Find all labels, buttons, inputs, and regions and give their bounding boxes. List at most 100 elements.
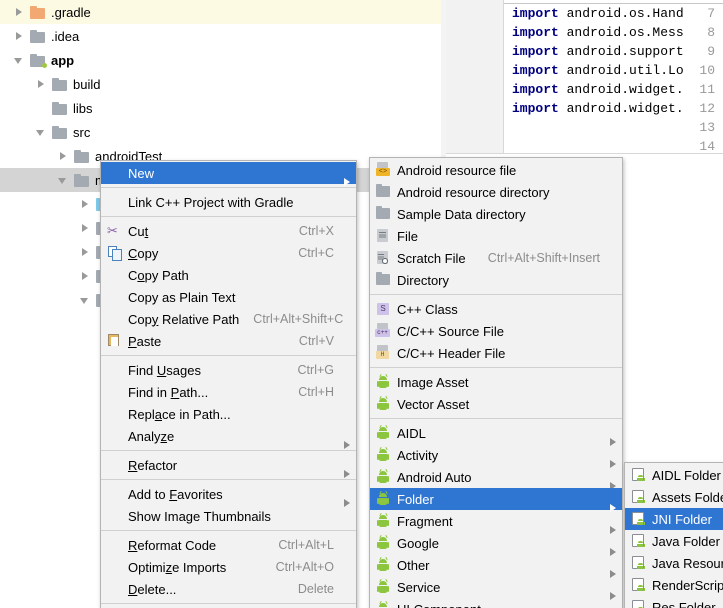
- expand-arrow-icon[interactable]: [80, 223, 91, 234]
- expand-arrow-icon[interactable]: [36, 103, 47, 114]
- tree-row--idea[interactable]: .idea: [0, 24, 446, 48]
- menu-item-copy-as-plain-text[interactable]: Copy as Plain Text: [101, 286, 356, 308]
- android-folder-icon: [632, 468, 644, 481]
- menu-item-label: Activity: [397, 448, 608, 463]
- menu-item-android-resource-directory[interactable]: Android resource directory: [370, 181, 622, 203]
- menu-item-reformat-code[interactable]: Reformat CodeCtrl+Alt+L: [101, 534, 356, 556]
- menu-item-optimize-imports[interactable]: Optimize ImportsCtrl+Alt+O: [101, 556, 356, 578]
- expand-arrow-icon[interactable]: [80, 271, 91, 282]
- menu-item-sample-data-directory[interactable]: Sample Data directory: [370, 203, 622, 225]
- menu-item-android-resource-file[interactable]: Android resource file: [370, 159, 622, 181]
- menu-item-fragment[interactable]: Fragment: [370, 510, 622, 532]
- menu-item-icon: [105, 165, 123, 181]
- menu-item-find-in-path[interactable]: Find in Path...Ctrl+H: [101, 381, 356, 403]
- menu-item-java-resources[interactable]: Java Resources: [625, 552, 723, 574]
- menu-item-java-folder[interactable]: Java Folder: [625, 530, 723, 552]
- menu-item-android-auto[interactable]: Android Auto: [370, 466, 622, 488]
- menu-item-renderscript[interactable]: RenderScript: [625, 574, 723, 596]
- menu-item-copy-path[interactable]: Copy Path: [101, 264, 356, 286]
- project-context-menu[interactable]: New Link C++ Project with Gradle ✂CutCtrl+…: [100, 160, 357, 608]
- menu-item-link-c-project-with-gradle[interactable]: Link C++ Project with Gradle: [101, 191, 356, 213]
- menu-item-label: Res Folder: [652, 600, 719, 608]
- menu-item-c-c-header-file[interactable]: C/C++ Header File: [370, 342, 622, 364]
- menu-item-label: Add to Favorites: [128, 487, 342, 502]
- menu-item-aidl[interactable]: AIDL: [370, 422, 622, 444]
- menu-item-icon: [105, 245, 123, 261]
- menu-item-add-to-favorites[interactable]: Add to Favorites: [101, 483, 356, 505]
- expand-arrow-icon[interactable]: [80, 295, 91, 306]
- menu-item-replace-in-path[interactable]: Replace in Path...: [101, 403, 356, 425]
- menu-item-res-folder[interactable]: Res Folder: [625, 596, 723, 608]
- menu-item-vector-asset[interactable]: Vector Asset: [370, 393, 622, 415]
- menu-item-assets-folder[interactable]: Assets Folder: [625, 486, 723, 508]
- menu-item-aidl-folder[interactable]: AIDL Folder: [625, 464, 723, 486]
- menu-item-copy-relative-path[interactable]: Copy Relative PathCtrl+Alt+Shift+C: [101, 308, 356, 330]
- menu-item-c-class[interactable]: SC++ Class: [370, 298, 622, 320]
- android-folder-icon: [632, 600, 644, 608]
- menu-item-label: Refactor: [128, 458, 342, 473]
- menu-item-icon: [105, 428, 123, 444]
- menu-item-copy[interactable]: CopyCtrl+C: [101, 242, 356, 264]
- expand-arrow-icon[interactable]: [80, 199, 91, 210]
- android-folder-icon: [632, 534, 644, 547]
- expand-arrow-icon[interactable]: [14, 7, 25, 18]
- menu-item-google[interactable]: Google: [370, 532, 622, 554]
- expand-arrow-icon[interactable]: [80, 247, 91, 258]
- tree-row-app[interactable]: app: [0, 48, 446, 72]
- tree-row--gradle[interactable]: .gradle: [0, 0, 446, 24]
- menu-item-scratch-file[interactable]: Scratch FileCtrl+Alt+Shift+Insert: [370, 247, 622, 269]
- menu-item-paste[interactable]: PasteCtrl+V: [101, 330, 356, 352]
- expand-arrow-icon[interactable]: [36, 127, 47, 138]
- editor-tab-strip[interactable]: [504, 0, 723, 4]
- editor-code-line: import android.util.Lo: [512, 63, 684, 78]
- expand-arrow-icon[interactable]: [36, 79, 47, 90]
- menu-item-ui-component[interactable]: UI Component: [370, 598, 622, 608]
- menu-item-file[interactable]: File: [370, 225, 622, 247]
- menu-item-jni-folder[interactable]: JNI Folder: [625, 508, 723, 530]
- editor-line-number: 7: [707, 6, 715, 21]
- new-submenu[interactable]: Android resource fileAndroid resource di…: [369, 157, 623, 608]
- menu-item-directory[interactable]: Directory: [370, 269, 622, 291]
- menu-item-delete[interactable]: Delete...Delete: [101, 578, 356, 600]
- folder-submenu[interactable]: AIDL Folder Assets Folder JNI FolderJava F…: [624, 462, 723, 608]
- editor-line-number: 8: [707, 25, 715, 40]
- expand-arrow-icon[interactable]: [58, 175, 69, 186]
- menu-item-service[interactable]: Service: [370, 576, 622, 598]
- menu-item-c-c-source-file[interactable]: C/C++ Source File: [370, 320, 622, 342]
- tree-row-build[interactable]: build: [0, 72, 446, 96]
- android-icon: [377, 427, 389, 439]
- menu-item-icon: [629, 511, 647, 527]
- tree-row-libs[interactable]: libs: [0, 96, 446, 120]
- menu-item-label: Google: [397, 536, 608, 551]
- folder-icon: [376, 186, 390, 197]
- editor-line-number: 14: [699, 139, 715, 154]
- menu-item-show-image-thumbnails[interactable]: Show Image Thumbnails: [101, 505, 356, 527]
- menu-item-cut[interactable]: ✂CutCtrl+X: [101, 220, 356, 242]
- menu-item-icon: [105, 333, 123, 349]
- expand-arrow-icon[interactable]: [14, 55, 25, 66]
- menu-item-image-asset[interactable]: Image Asset: [370, 371, 622, 393]
- menu-item-accelerator: Ctrl+Alt+L: [264, 538, 342, 552]
- menu-item-label: New: [128, 166, 342, 181]
- menu-item-accelerator: Ctrl+Alt+Shift+Insert: [474, 251, 608, 265]
- menu-item-icon: [105, 559, 123, 575]
- android-icon: [377, 449, 389, 461]
- menu-item-other[interactable]: Other: [370, 554, 622, 576]
- expand-arrow-icon[interactable]: [14, 31, 25, 42]
- menu-item-find-usages[interactable]: Find UsagesCtrl+G: [101, 359, 356, 381]
- menu-item-label: Replace in Path...: [128, 407, 342, 422]
- scissors-icon: ✂: [107, 224, 120, 237]
- menu-item-label: Delete...: [128, 582, 284, 597]
- menu-item-folder[interactable]: Folder: [370, 488, 622, 510]
- paste-icon: [108, 334, 119, 346]
- tree-row-src[interactable]: src: [0, 120, 446, 144]
- menu-item-accelerator: Delete: [284, 582, 342, 596]
- expand-arrow-icon[interactable]: [58, 151, 69, 162]
- menu-item-label: Assets Folder: [652, 490, 723, 505]
- menu-item-icon: [629, 533, 647, 549]
- menu-item-activity[interactable]: Activity: [370, 444, 622, 466]
- menu-item-analyze[interactable]: Analyze: [101, 425, 356, 447]
- menu-item-refactor[interactable]: Refactor: [101, 454, 356, 476]
- android-folder-icon: [632, 556, 644, 569]
- menu-item-new[interactable]: New: [101, 162, 356, 184]
